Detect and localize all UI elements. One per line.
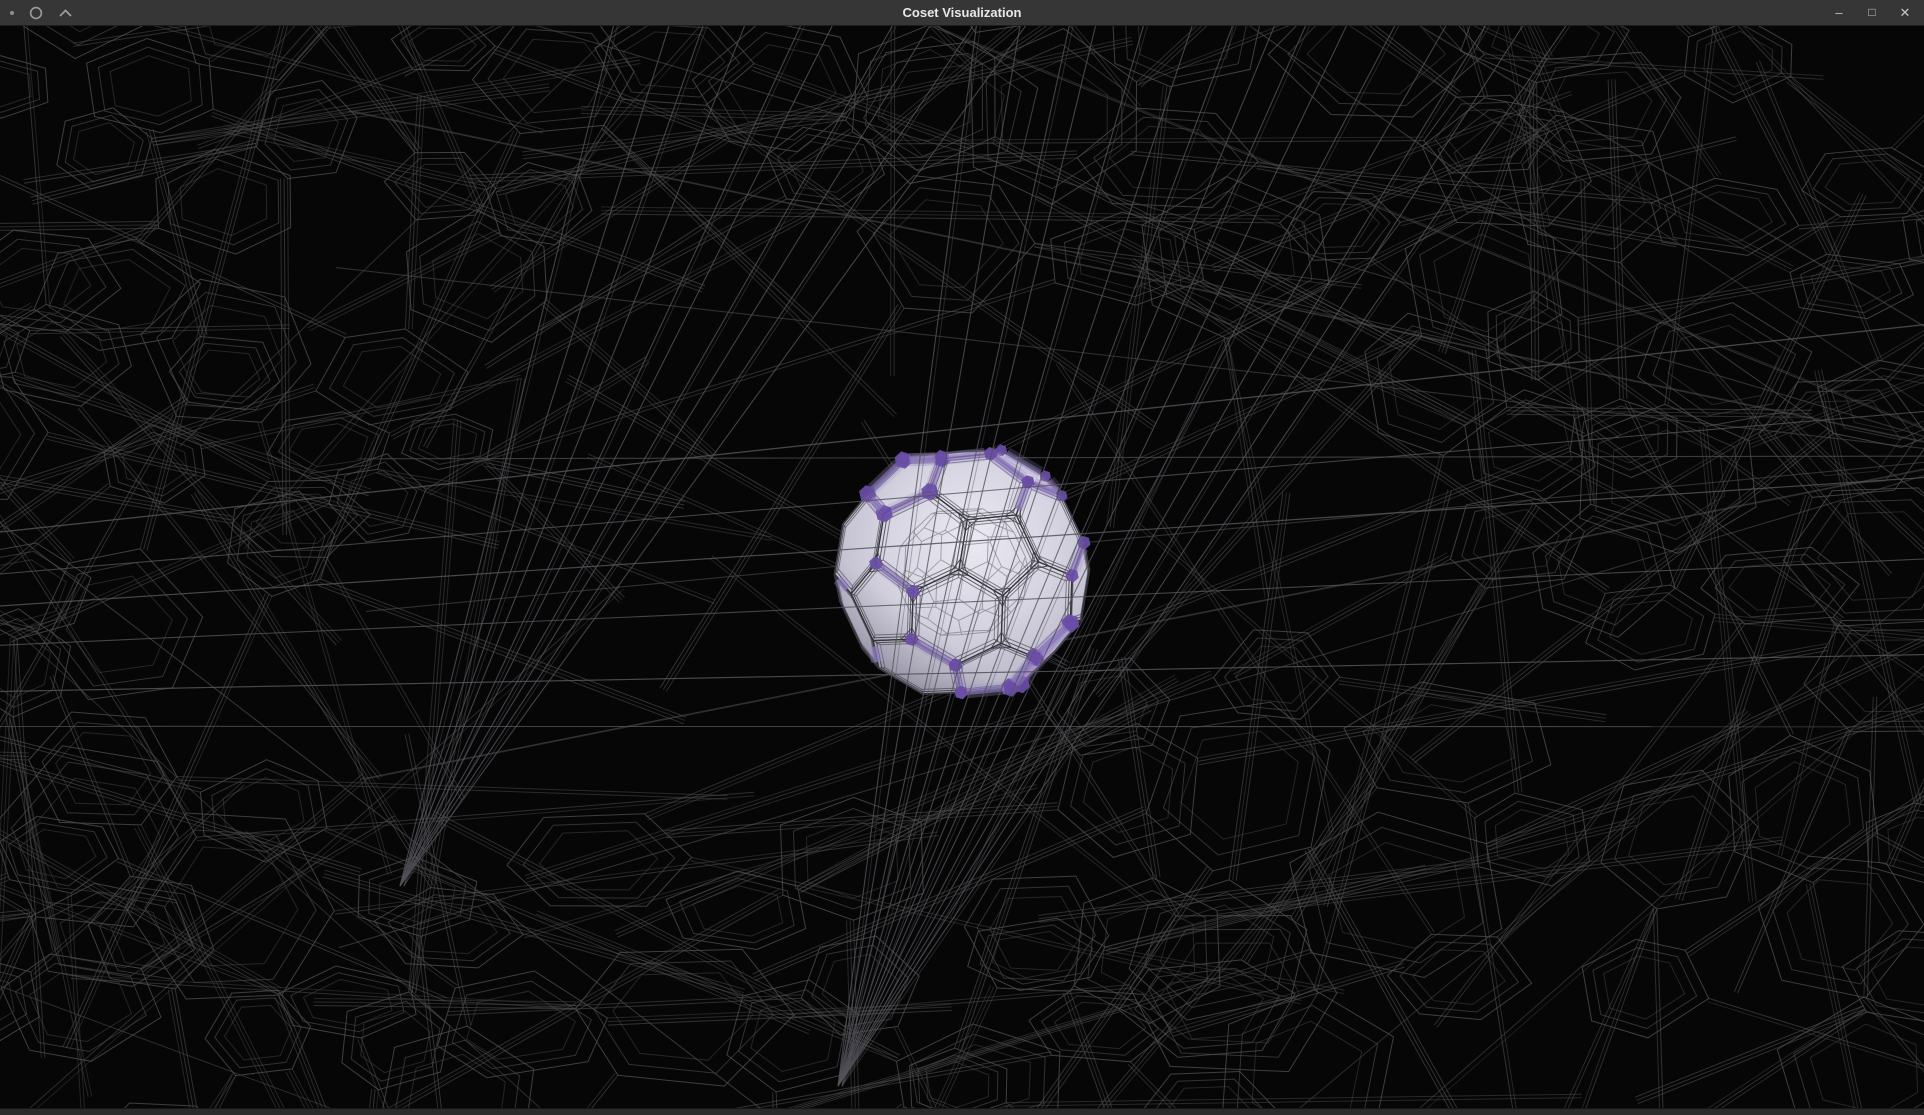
minimize-button[interactable]: – (1832, 0, 1846, 25)
record-circle-icon[interactable] (29, 6, 43, 20)
close-button[interactable]: ✕ (1898, 0, 1912, 25)
app-window: { "window": { "title": "Coset Visualizat… (0, 0, 1924, 1114)
indicator-dot-icon (10, 11, 14, 15)
maximize-button[interactable]: □ (1865, 0, 1879, 25)
window-controls: – □ ✕ (1832, 0, 1912, 25)
viz-canvas[interactable] (0, 26, 1924, 1108)
viewport-container (0, 26, 1924, 1108)
chevron-up-icon[interactable] (58, 8, 73, 18)
titlebar: Coset Visualization – □ ✕ (0, 0, 1924, 26)
titlebar-left-icons (10, 0, 73, 25)
window-title: Coset Visualization (0, 0, 1924, 25)
